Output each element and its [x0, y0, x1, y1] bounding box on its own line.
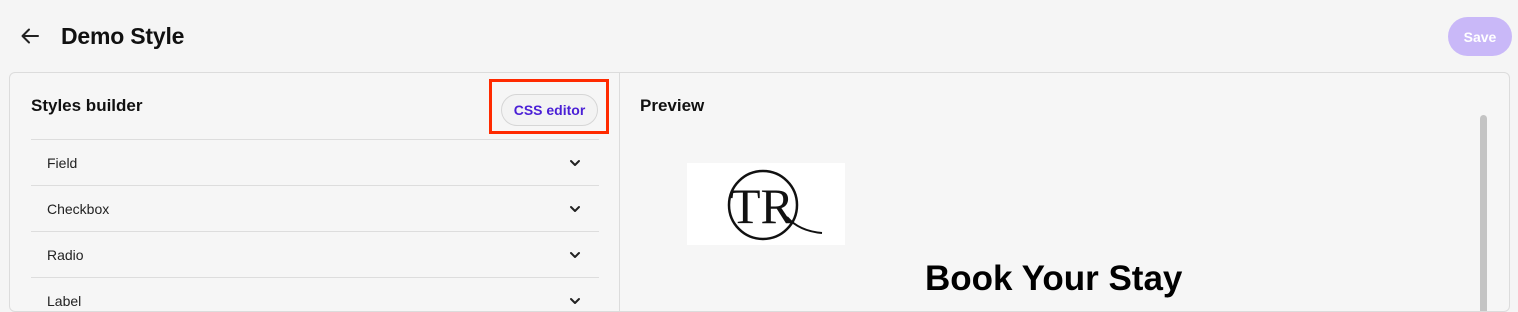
preview-title: Preview: [640, 96, 705, 115]
css-editor-button[interactable]: CSS editor: [501, 94, 598, 126]
chevron-down-icon: [570, 206, 580, 212]
save-button[interactable]: Save: [1448, 17, 1512, 56]
accordion-item-label: Field: [47, 155, 78, 171]
logo-image: TR: [727, 169, 823, 241]
chevron-down-icon: [570, 252, 580, 258]
styles-builder-title: Styles builder: [31, 96, 143, 115]
panel-divider: [619, 73, 620, 311]
chevron-down-icon: [570, 160, 580, 166]
accordion-item-label: Label: [47, 293, 82, 309]
top-bar: Demo Style Save: [0, 0, 1518, 72]
preview-heading: Book Your Stay: [925, 259, 1183, 298]
accordion-item-field[interactable]: Field: [31, 139, 599, 185]
chevron-down-icon: [570, 298, 580, 304]
preview-scrollbar[interactable]: [1478, 115, 1488, 311]
logo-text: TR: [730, 178, 795, 234]
accordion-item-radio[interactable]: Radio: [31, 231, 599, 277]
page-title: Demo Style: [61, 23, 185, 49]
accordion-item-label: Radio: [47, 247, 84, 263]
arrow-left-icon: [21, 28, 39, 44]
styles-accordion: Field Checkbox Radio Label: [31, 139, 599, 311]
preview-logo: TR: [687, 163, 845, 245]
accordion-item-label: Checkbox: [47, 201, 110, 217]
scrollbar-thumb[interactable]: [1480, 115, 1487, 311]
back-button[interactable]: [16, 22, 44, 50]
accordion-item-label-style[interactable]: Label: [31, 277, 599, 311]
accordion-item-checkbox[interactable]: Checkbox: [31, 185, 599, 231]
style-editor-panel: Styles builder CSS editor Field Checkbox…: [9, 72, 1510, 312]
